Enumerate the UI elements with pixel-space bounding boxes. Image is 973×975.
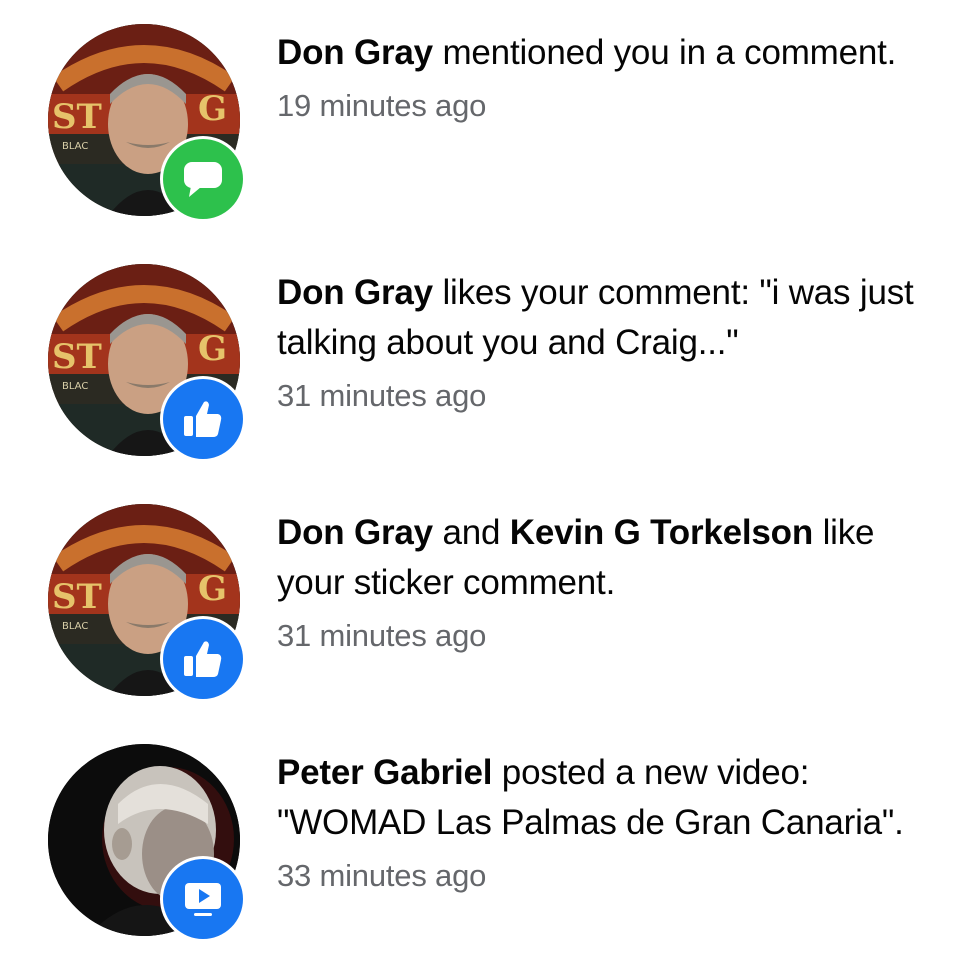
svg-text:BLAC: BLAC <box>62 621 88 632</box>
actor-name[interactable]: Don Gray <box>277 33 433 72</box>
timestamp: 31 minutes ago <box>277 378 487 413</box>
actor-name[interactable]: Don Gray <box>277 273 433 312</box>
avatar-wrap <box>48 744 246 942</box>
badge <box>160 616 246 702</box>
comment-icon <box>163 139 243 219</box>
avatar-wrap: ST G BLAC <box>48 504 246 702</box>
svg-text:ST: ST <box>52 97 102 137</box>
notification-item[interactable]: ST G BLAC Don Gray mentioned you in a co… <box>0 0 973 230</box>
thumbs-up-icon <box>163 619 243 699</box>
connector-text: and <box>432 513 510 552</box>
thumbs-up-icon <box>163 379 243 459</box>
avatar-wrap: ST G BLAC <box>48 24 246 222</box>
timestamp: 33 minutes ago <box>277 858 487 893</box>
svg-text:G: G <box>198 569 227 609</box>
actor-name[interactable]: Don Gray <box>277 513 433 552</box>
actor-name[interactable]: Peter Gabriel <box>277 753 492 792</box>
notification-text: Don Gray mentioned you in a comment. 19 … <box>277 28 937 134</box>
svg-text:G: G <box>198 89 227 129</box>
timestamp: 31 minutes ago <box>277 618 487 653</box>
badge <box>160 376 246 462</box>
badge <box>160 136 246 222</box>
notification-text: Peter Gabriel posted a new video: "WOMAD… <box>277 748 937 904</box>
svg-text:ST: ST <box>52 337 102 377</box>
avatar-wrap: ST G BLAC <box>48 264 246 462</box>
notification-text: Don Gray and Kevin G Torkelson like your… <box>277 508 937 664</box>
video-icon <box>163 859 243 939</box>
notification-message: mentioned you in a comment. <box>432 33 897 72</box>
notification-text: Don Gray likes your comment: "i was just… <box>277 268 937 424</box>
notification-item[interactable]: Peter Gabriel posted a new video: "WOMAD… <box>0 720 973 950</box>
timestamp: 19 minutes ago <box>277 88 487 123</box>
notification-item[interactable]: ST G BLAC Don Gray and Kevin G Torkelson… <box>0 480 973 710</box>
svg-text:ST: ST <box>52 577 102 617</box>
svg-text:BLAC: BLAC <box>62 381 88 392</box>
second-actor-name[interactable]: Kevin G Torkelson <box>510 513 813 552</box>
notification-item[interactable]: ST G BLAC Don Gray likes your comment: "… <box>0 240 973 470</box>
svg-text:G: G <box>198 329 227 369</box>
svg-text:BLAC: BLAC <box>62 141 88 152</box>
badge <box>160 856 246 942</box>
